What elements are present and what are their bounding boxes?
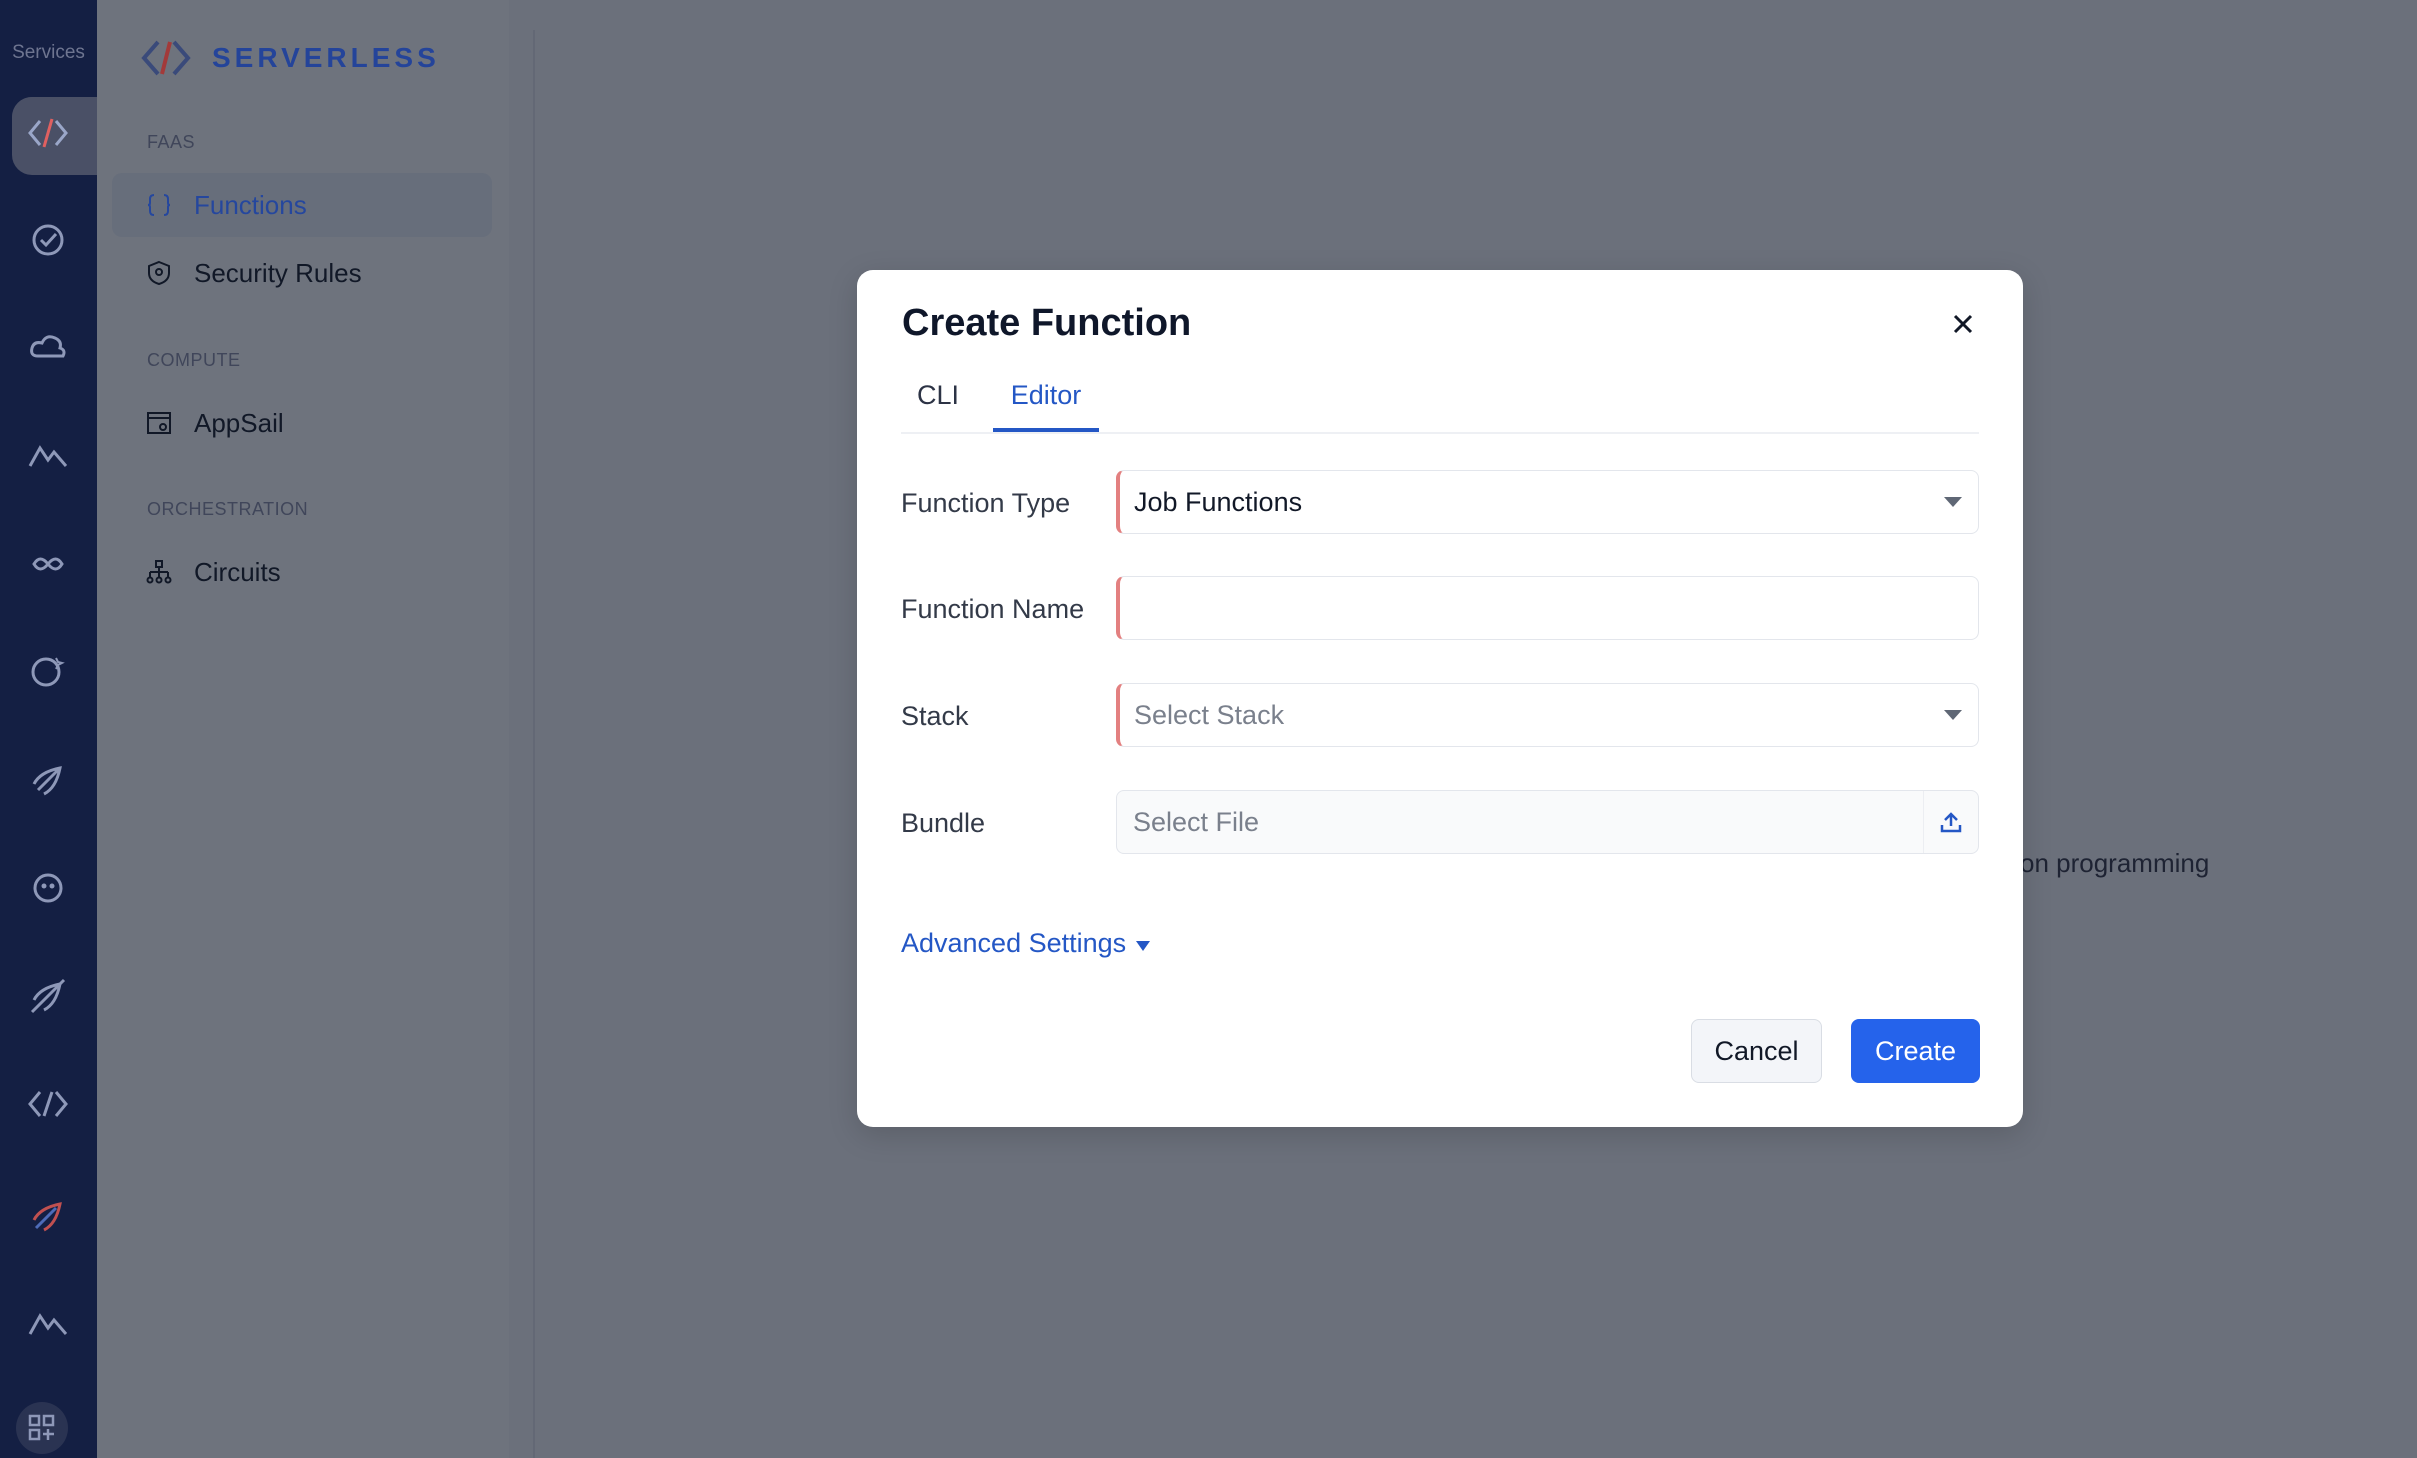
cloud-icon: [30, 335, 66, 358]
chevron-down-icon: [1944, 710, 1962, 720]
service-rail: Services: [0, 0, 97, 1458]
function-type-select[interactable]: Job Functions: [1116, 470, 1979, 534]
cancel-button[interactable]: Cancel: [1691, 1019, 1822, 1083]
sidebar-item-functions[interactable]: Functions: [112, 173, 492, 237]
section-label-compute: COMPUTE: [147, 350, 241, 370]
rail-item-10[interactable]: [12, 1068, 84, 1140]
rail-item-6[interactable]: [12, 636, 84, 708]
serverless-logo-icon: [141, 40, 191, 76]
bundle-placeholder: Select File: [1133, 806, 1260, 837]
sidebar-item-circuits[interactable]: Circuits: [112, 540, 492, 604]
advanced-settings-label: Advanced Settings: [901, 928, 1127, 958]
mountain-icon: [28, 445, 68, 467]
triangle-down-icon: [1136, 940, 1151, 951]
braces-icon: [147, 194, 171, 216]
apps-menu-button[interactable]: [16, 1402, 68, 1454]
rail-item-3[interactable]: [12, 312, 84, 384]
rail-item-8[interactable]: [12, 852, 84, 924]
tab-bar: CLI Editor: [901, 380, 1979, 434]
rail-item-5[interactable]: [12, 528, 84, 600]
tab-cli[interactable]: CLI: [901, 380, 975, 432]
section-label-faas: FAAS: [147, 132, 196, 152]
chevron-down-icon: [1944, 497, 1962, 507]
tab-editor[interactable]: Editor: [993, 380, 1099, 432]
function-type-label: Function Type: [901, 488, 1071, 518]
rail-item-9[interactable]: [12, 960, 84, 1032]
background-partial-text: on programming: [2020, 848, 2210, 878]
bundle-row: Bundle Select File: [901, 790, 1979, 856]
stack-row: Stack Select Stack: [901, 683, 1979, 749]
infinity-icon: [32, 557, 64, 571]
function-name-row: Function Name: [901, 576, 1979, 642]
rail-item-12[interactable]: [12, 1288, 84, 1360]
rail-item-11[interactable]: [12, 1180, 84, 1252]
upload-button[interactable]: [1923, 791, 1978, 853]
sidebar-item-appsail[interactable]: AppSail: [112, 391, 492, 455]
sidebar-item-label: Security Rules: [194, 257, 362, 288]
close-icon: [1953, 314, 1973, 334]
diamond-code-icon: [28, 1091, 68, 1117]
create-function-modal: Create Function CLI Editor Function Type…: [857, 270, 2023, 1127]
circuit-icon: [146, 560, 172, 584]
brand-name: SERVERLESS: [212, 42, 440, 73]
bot-icon: [33, 873, 63, 903]
stack-placeholder: Select Stack: [1134, 699, 1285, 730]
rocket-icon: [32, 766, 62, 796]
sidebar-item-security-rules[interactable]: Security Rules: [112, 241, 492, 305]
apps-grid-icon: [28, 1414, 55, 1441]
upload-icon: [1940, 812, 1962, 833]
rocket-off-icon: [30, 978, 66, 1014]
serverless-icon: [28, 118, 68, 148]
close-button[interactable]: [1943, 304, 1983, 344]
rocket-red-icon: [32, 1202, 62, 1232]
function-name-label: Function Name: [901, 594, 1085, 624]
brand: SERVERLESS: [140, 36, 440, 80]
sidebar-item-label: Functions: [194, 189, 307, 220]
bundle-label: Bundle: [901, 808, 986, 838]
rail-item-7[interactable]: [12, 744, 84, 816]
stack-label: Stack: [901, 701, 969, 731]
sidebar-item-label: AppSail: [194, 407, 284, 438]
function-name-input[interactable]: [1116, 576, 1979, 640]
function-type-row: Function Type Job Functions: [901, 470, 1979, 536]
rail-title: Services: [12, 42, 85, 63]
create-button[interactable]: Create: [1851, 1019, 1980, 1083]
rail-item-serverless[interactable]: [12, 97, 84, 169]
appsail-icon: [147, 412, 171, 434]
advanced-settings-toggle[interactable]: Advanced Settings: [901, 928, 1151, 959]
sidebar-item-label: Circuits: [194, 556, 281, 587]
section-label-orchestration: ORCHESTRATION: [147, 499, 309, 519]
shield-icon: [148, 260, 170, 286]
rail-item-4[interactable]: [12, 420, 84, 492]
modal-title: Create Function: [902, 302, 1192, 344]
rail-item-2[interactable]: [12, 204, 84, 276]
stack-select[interactable]: Select Stack: [1116, 683, 1979, 747]
check-badge-icon: [32, 224, 64, 256]
mountain-icon-2: [28, 1313, 68, 1335]
function-type-value: Job Functions: [1134, 486, 1303, 517]
chat-star-icon: [31, 657, 65, 687]
bundle-file-input[interactable]: Select File: [1116, 790, 1979, 854]
